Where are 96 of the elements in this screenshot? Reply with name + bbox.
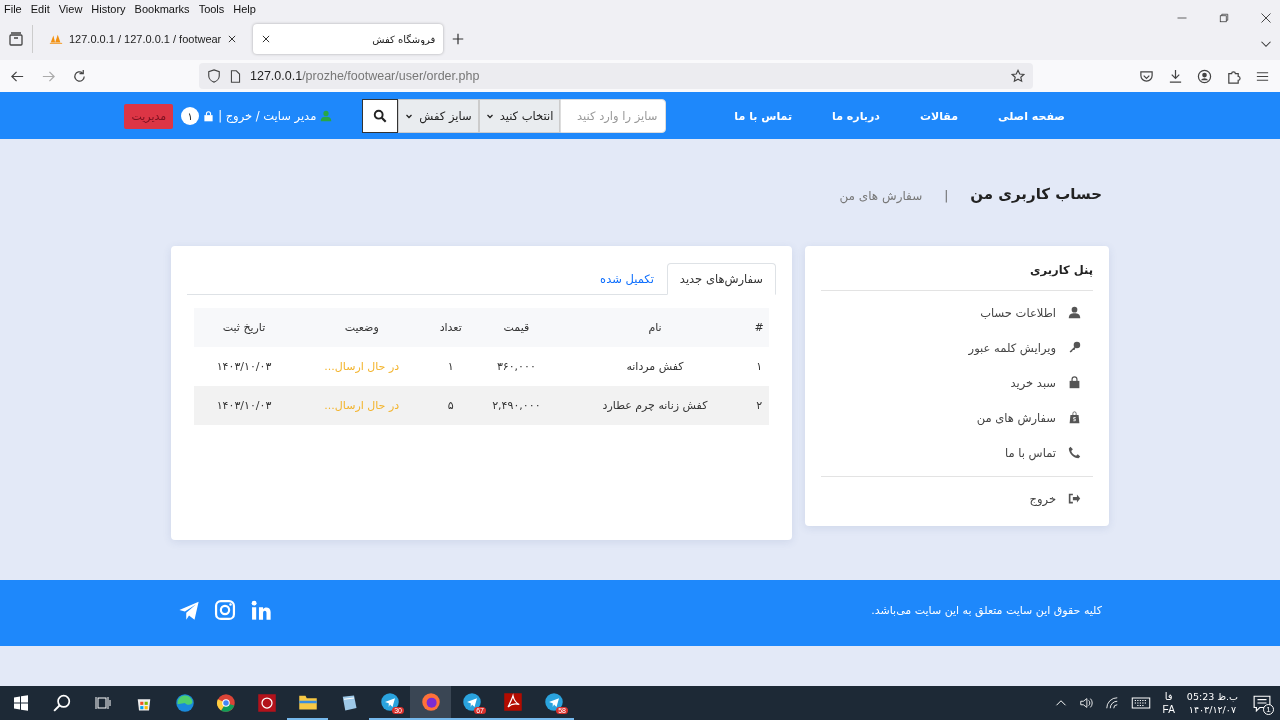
edge-icon: [174, 693, 195, 713]
table-cell: ۱۴۰۳/۱۰/۰۳: [194, 386, 295, 425]
firefox-icon: [420, 692, 441, 712]
status-cell: در حال ارسال...: [294, 386, 430, 425]
select-dropdown[interactable]: انتخاب کنید: [478, 99, 561, 133]
close-icon: [227, 34, 238, 44]
star-icon[interactable]: [1011, 69, 1025, 83]
key-icon: [1068, 341, 1081, 354]
size-input-field[interactable]: سایز را وارد کنید: [560, 99, 667, 133]
volume-icon[interactable]: [1078, 696, 1093, 710]
column-header: قیمت: [471, 308, 561, 347]
column-header: وضعیت: [294, 308, 430, 347]
task-view-icon[interactable]: [94, 695, 111, 711]
breadcrumb: سفارش های من: [839, 189, 923, 203]
table-cell: ۵: [429, 386, 472, 425]
restore-icon[interactable]: [1218, 12, 1230, 24]
column-header: نام: [560, 308, 750, 347]
table-cell: ۳۶۰,۰۰۰: [471, 347, 561, 386]
nav-link[interactable]: مقالات: [899, 109, 978, 123]
status-cell: در حال ارسال...: [294, 347, 430, 386]
orders-tab[interactable]: تکمیل شده: [587, 263, 667, 295]
phone-icon: [1068, 446, 1081, 459]
puzzle-icon[interactable]: [1226, 68, 1241, 84]
linkedin-icon[interactable]: [250, 599, 272, 621]
caret-icon: [405, 112, 414, 120]
search-icon: [373, 109, 388, 123]
logout-icon: [1068, 492, 1081, 505]
browser-tab[interactable]: 127.0.0.1 / 127.0.0.1 / footwear: [41, 24, 246, 54]
address-bar[interactable]: 127.0.0.1/prozhe/footwear/user/order.php: [199, 63, 1033, 89]
table-cell: ۱: [749, 347, 769, 386]
sidebar-link[interactable]: ویرایش کلمه عبور: [968, 340, 1056, 355]
sidebar-link[interactable]: اطلاعات حساب: [980, 305, 1056, 320]
sailboat-icon: [49, 32, 63, 46]
instagram-icon[interactable]: [214, 599, 236, 621]
pocket-icon[interactable]: [1139, 68, 1154, 84]
windows-icon[interactable]: [12, 695, 29, 711]
notification-icon[interactable]: [1253, 694, 1271, 712]
sidebar-title: پنل کاربری: [1029, 262, 1093, 279]
logout-link[interactable]: خروج: [1029, 491, 1056, 506]
menu-item[interactable]: Edit: [30, 3, 50, 15]
table-cell: ۱۴۰۳/۱۰/۰۳: [194, 347, 295, 386]
paper-plane-icon: [461, 692, 482, 712]
table-cell: ۱: [429, 347, 472, 386]
new-tab-icon[interactable]: [451, 32, 466, 46]
sidebar-link[interactable]: سبد خرید: [1010, 375, 1056, 390]
close-icon: [261, 34, 272, 44]
browser-tab[interactable]: فروشگاه کفش: [253, 24, 444, 54]
shopping-bag-icon: [1068, 411, 1081, 424]
page-title: حساب کاربری من: [970, 185, 1102, 203]
download-icon[interactable]: [1168, 68, 1183, 84]
shopping-bag-icon: [1068, 376, 1081, 389]
cart-count: ۱: [181, 107, 200, 125]
search-button[interactable]: [362, 99, 399, 133]
clock[interactable]: 05:23 ب.ظ ۱۴۰۳/۱۲/۰۷: [1186, 691, 1238, 715]
nav-link[interactable]: درباره ما: [812, 109, 900, 123]
account-icon[interactable]: [1197, 68, 1212, 84]
paper-plane-icon[interactable]: [178, 599, 200, 621]
reload-icon[interactable]: [72, 68, 87, 84]
menu-item[interactable]: Help: [233, 3, 256, 15]
separator-text: |: [944, 189, 949, 203]
chrome-icon: [215, 693, 236, 713]
table-cell: کفش زنانه چرم عطارد: [560, 386, 750, 425]
acrobat-icon: [502, 692, 523, 712]
person-icon: [1068, 306, 1081, 319]
shield-icon: [207, 69, 221, 83]
shopping-bag-icon[interactable]: [203, 110, 215, 122]
sidebar-link[interactable]: تماس با ما: [1004, 445, 1056, 460]
paper-plane-icon: [379, 692, 400, 712]
app-icon: [256, 693, 277, 713]
nav-link[interactable]: صفحه اصلی: [978, 109, 1085, 123]
column-header: تعداد: [429, 308, 472, 347]
person-icon: [320, 110, 333, 122]
select-dropdown[interactable]: سایز کفش: [398, 99, 479, 133]
menu-item[interactable]: History: [91, 3, 126, 15]
close-icon[interactable]: [1260, 12, 1272, 24]
menu-item[interactable]: Tools: [198, 3, 225, 15]
table-cell: کفش مردانه: [560, 347, 750, 386]
copyright-text: کلیه حقوق این سایت متعلق به این سایت می‌باشد.: [871, 603, 1102, 617]
caret-icon: [485, 112, 494, 120]
column-header: #: [749, 308, 769, 347]
nav-link[interactable]: تماس با ما: [714, 109, 813, 123]
wifi-icon[interactable]: [1104, 696, 1119, 710]
menu-item[interactable]: Bookmarks: [134, 3, 190, 15]
paper-plane-icon: [543, 692, 564, 712]
search-icon[interactable]: [52, 694, 71, 712]
table-cell: ۲,۴۹۰,۰۰۰: [471, 386, 561, 425]
page-icon: [229, 69, 242, 83]
menu-item[interactable]: View: [58, 3, 83, 15]
table-cell: ۲: [749, 386, 769, 425]
user-link[interactable]: مدیر سایت / خروج |: [218, 109, 317, 123]
sidebar-link[interactable]: سفارش های من: [976, 410, 1056, 425]
tab-overview-icon[interactable]: [8, 31, 24, 47]
column-header: تاریخ ثبت: [194, 308, 295, 347]
orders-tab[interactable]: سفارش‌های جدید: [666, 263, 776, 295]
notification-count: 1: [1263, 704, 1274, 715]
menu-item[interactable]: File: [4, 3, 22, 15]
